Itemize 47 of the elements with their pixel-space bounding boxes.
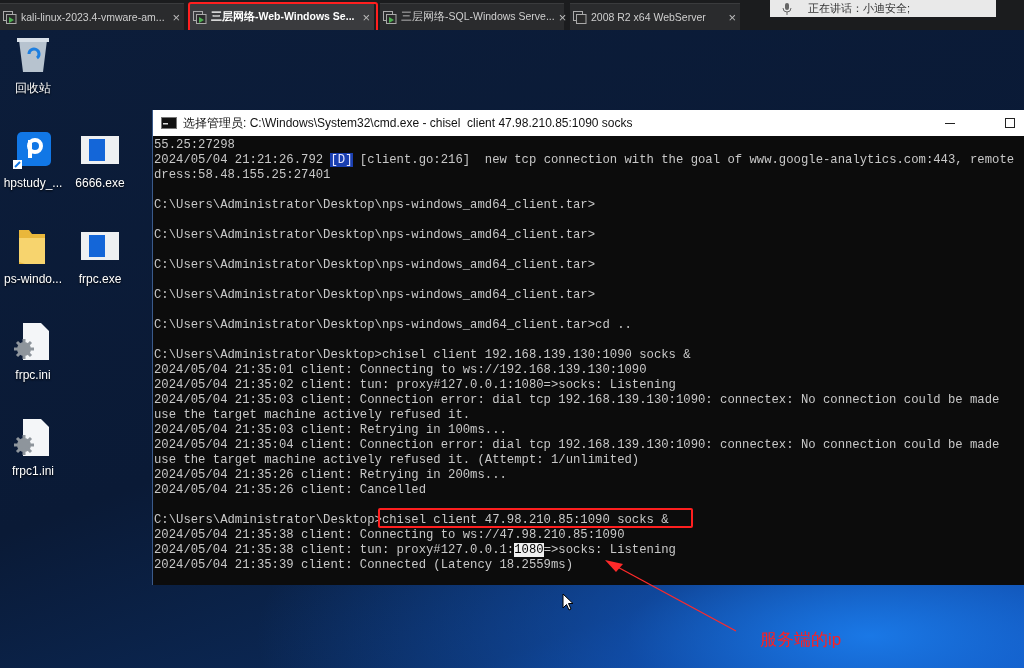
- console-line: dress:58.48.155.25:27401: [154, 168, 331, 183]
- console-line: C:\Users\Administrator\Desktop\nps-windows_amd64_client.tar>: [154, 228, 596, 243]
- icon-label[interactable]: ps-windo...: [4, 272, 62, 286]
- console-line: 2024/05/04 21:35:26 client: Cancelled: [154, 483, 426, 498]
- console-line: 2024/05/04 21:35:01 client: Connecting to ws://192.168.139.130:1090: [154, 363, 647, 378]
- console-line: 2024/05/04 21:35:39 client: Connected (Latency 18.2559ms): [154, 558, 574, 573]
- console-line: C:\Users\Administrator\Desktop\nps-windows_amd64_client.tar>: [154, 198, 596, 213]
- icon-label[interactable]: frpc.exe: [78, 272, 122, 286]
- console-line: 2024/05/04 21:35:38 client: tun: proxy#127.0.0.1:1080=>socks: Listening: [154, 543, 676, 558]
- close-tab-button[interactable]: ×: [728, 9, 736, 25]
- console-line: 55.25:27298: [154, 138, 235, 153]
- console-line: C:\Users\Administrator\Desktop\nps-windows_amd64_client.tar>: [154, 258, 596, 273]
- icon-label[interactable]: 6666.exe: [75, 176, 125, 190]
- console-line: use the target machine actively refused it.: [154, 408, 471, 423]
- console-line: 2024/05/04 21:35:38 client: Connecting to ws://47.98.210.85:1090: [154, 528, 625, 543]
- close-tab-button[interactable]: ×: [172, 9, 180, 25]
- notification-text: 正在讲话：小迪安全;: [808, 1, 911, 16]
- console-line: 2024/05/04 21:35:02 client: tun: proxy#127.0.0.1:1080=>socks: Listening: [154, 378, 676, 393]
- console-line: 2024/05/04 21:35:04 client: Connection error: dial tcp 192.168.139.130:1090: connectex: No connection could be made: [154, 438, 1000, 453]
- maximize-icon[interactable]: [1004, 117, 1016, 129]
- vm-tab[interactable]: kali-linux-2023.4-vmware-am... ×: [0, 3, 184, 30]
- vm-tab[interactable]: 2008 R2 x64 WebServer ×: [570, 3, 740, 30]
- close-tab-button[interactable]: ×: [362, 9, 370, 25]
- console-icon: [161, 117, 177, 129]
- console-line: C:\Users\Administrator\Desktop>chisel client 192.168.139.130:1090 socks &: [154, 348, 691, 363]
- window-title: 选择管理员: C:\Windows\System32\cmd.exe - chisel client 47.98.210.85:1090 socks: [183, 114, 634, 132]
- console-line: 2024/05/04 21:35:26 client: Retrying in 200ms...: [154, 468, 507, 483]
- vm-icon: [573, 10, 587, 24]
- annotation-label: 服务端的ip: [760, 629, 842, 651]
- console-line: C:\Users\Administrator\Desktop\nps-windows_amd64_client.tar>cd ..: [154, 318, 632, 333]
- vm-icon: [383, 10, 397, 24]
- icon-label[interactable]: 回收站: [15, 80, 51, 97]
- icon-label[interactable]: frpc1.ini: [12, 464, 54, 478]
- mouse-pointer-icon: [562, 593, 574, 611]
- app-shortcut-icon[interactable]: [13, 130, 53, 170]
- icon-label[interactable]: hpstudy_...: [3, 176, 63, 190]
- console-line: 2024/05/04 21:35:03 client: Connection error: dial tcp 192.168.139.130:1090: connectex: No connection could be made: [154, 393, 1000, 408]
- vm-icon: [193, 10, 207, 24]
- console-line: C:\Users\Administrator\Desktop\nps-windows_amd64_client.tar>: [154, 288, 596, 303]
- console-line: 2024/05/04 21:21:26.792 [D] [client.go:216] new tcp connection with the goal of www.google-analytics.com:443, remote: [154, 153, 1015, 168]
- vm-icon: [3, 10, 17, 24]
- console-line: use the target machine actively refused it. (Attempt: 1/unlimited): [154, 453, 640, 468]
- microphone-icon: [782, 2, 792, 15]
- close-tab-button[interactable]: ×: [558, 9, 567, 25]
- vm-tab[interactable]: 三层网络-SQL-Windows Serve... ×: [380, 3, 564, 30]
- icon-label[interactable]: frpc.ini: [15, 368, 51, 382]
- console-line: 2024/05/04 21:35:03 client: Retrying in 100ms...: [154, 423, 507, 438]
